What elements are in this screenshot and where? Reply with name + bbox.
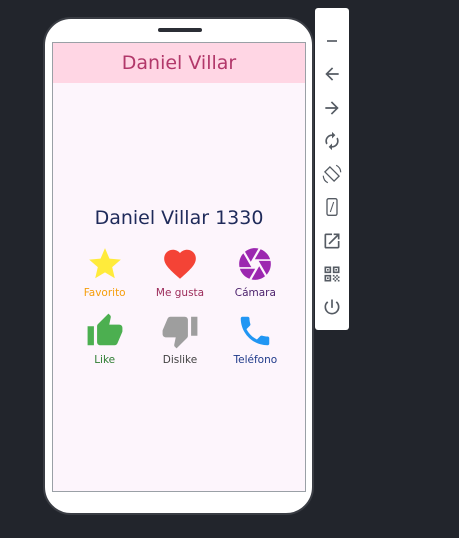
rotate-icon xyxy=(325,131,339,151)
app-bar-title: Daniel Villar xyxy=(121,52,237,74)
camera-shutter-icon xyxy=(239,248,272,280)
favorito-label: Favorito xyxy=(83,287,126,299)
me-gusta-label: Me gusta xyxy=(155,287,205,299)
emulator-stage: Daniel Villar Daniel Villar 1330 Favorit… xyxy=(0,0,459,538)
arrow-right-icon xyxy=(325,100,339,115)
phone-speaker xyxy=(158,28,202,32)
dislike-label: Dislike xyxy=(162,354,198,366)
like-label: Like xyxy=(94,354,116,366)
minimize-button[interactable] xyxy=(319,28,345,54)
action-grid: Favorito Me gusta Cámara Like Dislike Te… xyxy=(67,245,293,367)
thumb-up-icon xyxy=(87,313,123,346)
rotate-device-button[interactable] xyxy=(319,161,345,187)
app-screen: Daniel Villar Daniel Villar 1330 Favorit… xyxy=(52,42,306,492)
telefono-label: Teléfono xyxy=(233,354,278,366)
heart-icon xyxy=(164,249,196,279)
back-button[interactable] xyxy=(319,61,345,87)
rotate-button[interactable] xyxy=(319,128,345,154)
qr-code-icon xyxy=(324,266,340,282)
open-external-button[interactable] xyxy=(319,228,345,254)
device-frame-button[interactable] xyxy=(319,194,345,220)
star-icon xyxy=(88,248,121,279)
camara-button[interactable]: Cámara xyxy=(218,245,293,300)
like-button[interactable]: Like xyxy=(67,312,142,367)
emulator-toolbar xyxy=(315,8,349,330)
screen-rotation-icon xyxy=(322,164,342,184)
phone-frame-icon xyxy=(326,198,338,217)
thumb-down-icon xyxy=(162,316,198,349)
open-in-new-icon xyxy=(324,233,340,249)
me-gusta-button[interactable]: Me gusta xyxy=(142,245,217,300)
minimize-icon xyxy=(327,40,337,42)
dislike-button[interactable]: Dislike xyxy=(142,312,217,367)
power-button[interactable] xyxy=(319,294,345,320)
arrow-left-icon xyxy=(325,67,339,81)
telefono-button[interactable]: Teléfono xyxy=(218,312,293,367)
power-icon xyxy=(324,299,340,315)
phone-frame: Daniel Villar Daniel Villar 1330 Favorit… xyxy=(43,17,314,515)
forward-button[interactable] xyxy=(319,95,345,121)
page-heading: Daniel Villar 1330 xyxy=(94,207,264,229)
favorito-button[interactable]: Favorito xyxy=(67,245,142,300)
qr-code-button[interactable] xyxy=(319,261,345,287)
camara-label: Cámara xyxy=(234,287,276,299)
phone-icon xyxy=(241,316,270,346)
app-bar: Daniel Villar xyxy=(53,43,305,83)
